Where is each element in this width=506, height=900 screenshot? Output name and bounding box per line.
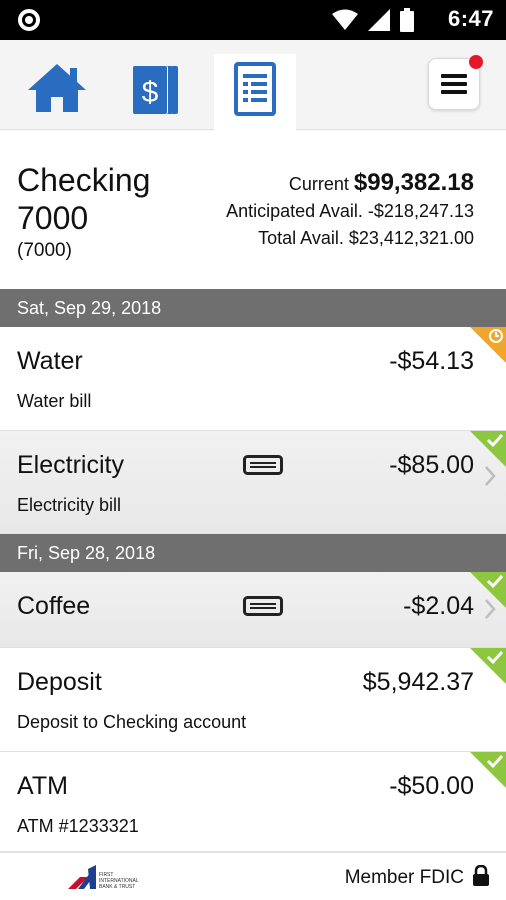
total-row: Total Avail. $23,412,321.00 xyxy=(226,225,474,252)
footer: FIRST INTERNATIONAL BANK & TRUST Member … xyxy=(0,852,506,900)
total-label: Total Avail. xyxy=(258,228,344,248)
account-name-line1: Checking xyxy=(17,162,151,198)
transaction-amount: -$2.04 xyxy=(403,592,474,620)
transaction-row[interactable]: Coffee -$2.04 xyxy=(0,572,506,648)
date-header: Sat, Sep 29, 2018 xyxy=(0,289,506,327)
signal-icon xyxy=(368,9,390,31)
notification-badge xyxy=(469,55,483,69)
account-name: Checking 7000 xyxy=(17,161,197,237)
current-amount: $99,382.18 xyxy=(353,169,474,196)
check-icon xyxy=(486,574,504,589)
transaction-name: ATM xyxy=(17,772,68,800)
transaction-memo: Water bill xyxy=(17,391,92,411)
anticipated-amount: -$218,247.13 xyxy=(367,201,474,221)
document-list-icon xyxy=(234,62,276,116)
transaction-memo: Electricity bill xyxy=(17,495,122,515)
wifi-icon xyxy=(332,9,358,30)
transaction-amount: -$54.13 xyxy=(389,347,474,375)
transaction-row[interactable]: ATM -$50.00 ATM #1233321 xyxy=(0,752,506,852)
transaction-row[interactable]: Water -$54.13 Water bill xyxy=(0,327,506,431)
transaction-memo: ATM #1233321 xyxy=(17,816,139,836)
tab-accounts[interactable]: $ xyxy=(116,54,198,130)
transaction-name: Electricity xyxy=(17,451,124,479)
check-icon xyxy=(486,433,504,448)
transaction-name: Deposit xyxy=(17,668,102,696)
battery-icon xyxy=(400,8,414,32)
current-balance-row: Current $99,382.18 xyxy=(226,169,474,198)
bank-logo: FIRST INTERNATIONAL BANK & TRUST xyxy=(68,865,139,890)
svg-text:BANK & TRUST: BANK & TRUST xyxy=(99,884,135,890)
svg-text:$: $ xyxy=(142,76,159,109)
transaction-row[interactable]: Deposit $5,942.37 Deposit to Checking ac… xyxy=(0,648,506,752)
transaction-amount: $5,942.37 xyxy=(362,668,474,696)
anticipated-row: Anticipated Avail. -$218,247.13 xyxy=(226,198,474,225)
tab-home[interactable] xyxy=(16,54,98,130)
current-label: Current xyxy=(288,174,349,194)
account-number: (7000) xyxy=(17,240,72,261)
transaction-amount: -$85.00 xyxy=(389,451,474,479)
chevron-right-icon xyxy=(485,466,496,486)
anticipated-label: Anticipated Avail. xyxy=(226,201,363,221)
member-fdic: Member FDIC xyxy=(344,867,464,888)
account-summary: Checking 7000 (7000) Current $99,382.18 … xyxy=(0,131,506,289)
notification-dot-icon xyxy=(18,9,40,31)
tab-bar: $ xyxy=(0,40,506,131)
hamburger-icon xyxy=(441,74,467,94)
dollar-cards-icon: $ xyxy=(133,66,178,114)
transaction-amount: -$50.00 xyxy=(389,772,474,800)
tab-register[interactable] xyxy=(214,54,296,131)
transaction-row[interactable]: Electricity -$85.00 Electricity bill xyxy=(0,431,506,534)
clock-icon xyxy=(489,329,503,343)
status-bar: 6:47 xyxy=(0,0,506,40)
balances: Current $99,382.18 Anticipated Avail. -$… xyxy=(226,169,474,252)
clock: 6:47 xyxy=(447,6,494,31)
transaction-name: Coffee xyxy=(17,592,91,620)
transaction-memo: Deposit to Checking account xyxy=(17,712,247,732)
check-icon xyxy=(486,650,504,665)
total-amount: $23,412,321.00 xyxy=(348,228,474,248)
account-name-line2: 7000 xyxy=(17,200,89,236)
menu-button[interactable] xyxy=(428,55,483,110)
date-header: Fri, Sep 28, 2018 xyxy=(0,534,506,572)
card-icon xyxy=(243,596,283,616)
home-icon xyxy=(28,64,86,112)
card-icon xyxy=(243,455,283,475)
lock-icon xyxy=(473,865,489,886)
status-icons xyxy=(332,8,414,32)
check-icon xyxy=(486,754,504,769)
transaction-name: Water xyxy=(17,347,83,375)
